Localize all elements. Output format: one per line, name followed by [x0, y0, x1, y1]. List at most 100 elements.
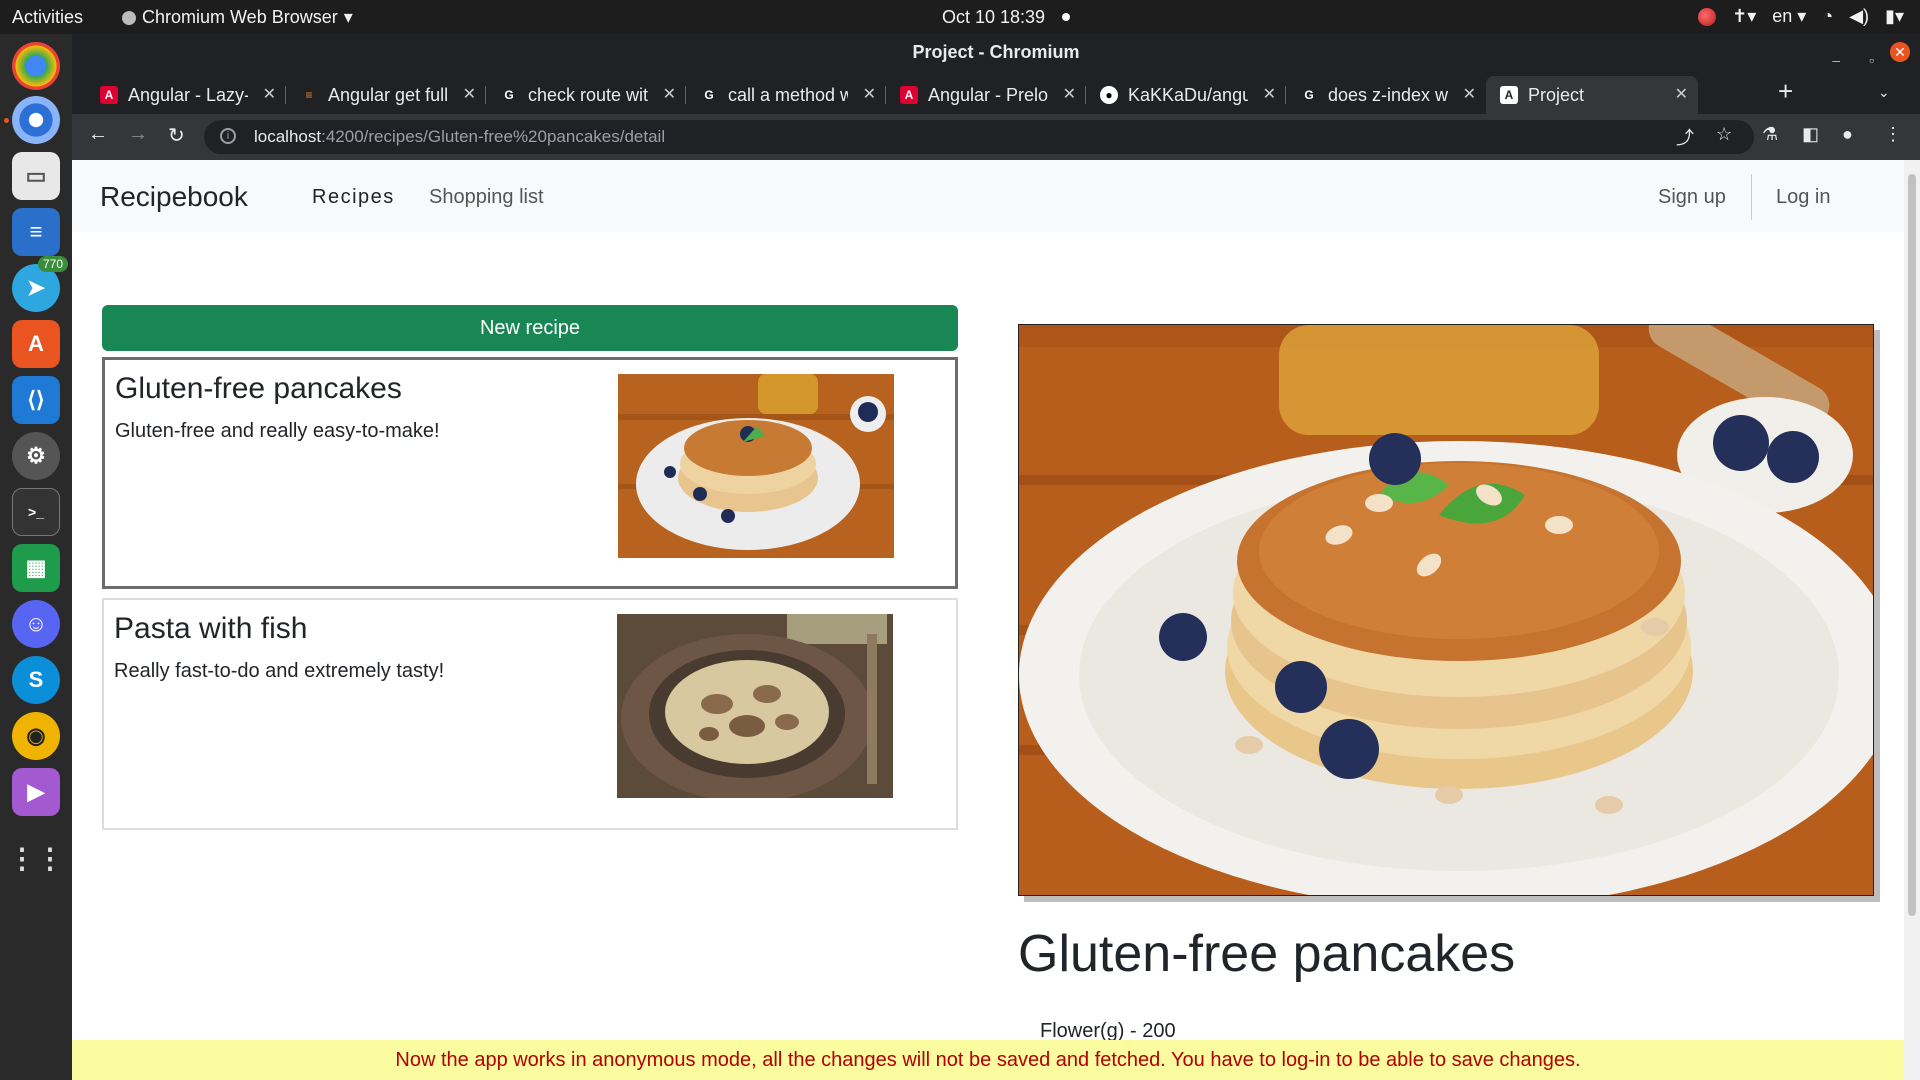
chrome-icon[interactable] — [12, 42, 60, 90]
tab-0[interactable]: A Angular - Lazy-loading ✕ — [86, 76, 286, 114]
close-icon[interactable]: ✕ — [1890, 42, 1910, 62]
new-tab-icon[interactable]: + — [1778, 76, 1793, 107]
vscode-icon[interactable]: ⟨⟩ — [12, 376, 60, 424]
recipe-thumbnail-pasta — [617, 614, 893, 798]
recipe-thumbnail-pancakes — [618, 374, 894, 558]
discord-icon[interactable]: ☺ — [12, 600, 60, 648]
wifi-icon[interactable]: ◔ — [1822, 6, 1833, 27]
close-tab-icon[interactable]: ✕ — [663, 84, 676, 104]
recipe-card-title: Gluten-free pancakes — [115, 372, 402, 405]
url-host: localhost — [254, 127, 322, 146]
tab-title: Angular - Lazy-loading — [128, 84, 248, 105]
window-title: Project - Chromium — [912, 42, 1080, 62]
notification-dot — [1062, 13, 1070, 21]
stackoverflow-icon: ≡ — [305, 88, 313, 102]
menu-kebab-icon[interactable]: ⋮ — [1884, 124, 1902, 145]
recipe-card[interactable]: Pasta with fish Really fast-to-do and ex… — [102, 598, 958, 830]
side-panel-icon[interactable]: ◧ — [1802, 124, 1819, 145]
recipe-card-title: Pasta with fish — [114, 612, 308, 645]
settings-icon[interactable]: ⚙ — [12, 432, 60, 480]
telegram-icon[interactable]: ➤ 770 — [12, 256, 68, 312]
clock[interactable]: Oct 10 18:39 — [942, 7, 1045, 28]
app-navbar: Recipebook Recipes Shopping list Sign up… — [72, 160, 1904, 232]
app-menu[interactable]: Chromium Web Browser ▾ — [122, 7, 353, 28]
system-tray[interactable]: ✝▾ en ▾ ◔ ◀) ▮▾ — [1698, 6, 1904, 27]
dock: ▭ ≡ ➤ 770 A ⟨⟩ ⚙ >_ ▦ ☺ S ◉ ▶ ⋮⋮ — [0, 34, 72, 1080]
system-top-bar: Activities Chromium Web Browser ▾ Oct 10… — [0, 0, 1920, 34]
nav-shopping-list[interactable]: Shopping list — [429, 186, 544, 209]
app-menu-label: Chromium Web Browser — [142, 7, 338, 27]
forward-icon[interactable]: → — [128, 123, 148, 146]
tab-2[interactable]: G check route with ✕ — [486, 76, 686, 114]
tab-title: Angular - Preloading — [928, 84, 1048, 105]
language-label: en — [1772, 6, 1793, 26]
profile-avatar-icon[interactable]: ● — [1842, 124, 1853, 145]
close-tab-icon[interactable]: ✕ — [1463, 84, 1476, 104]
recipe-card-description: Gluten-free and really easy-to-make! — [115, 420, 440, 442]
files-icon[interactable]: ▭ — [12, 152, 60, 200]
scrollbar-thumb[interactable] — [1908, 174, 1916, 916]
close-tab-icon[interactable]: ✕ — [863, 84, 876, 104]
google-icon: G — [704, 88, 714, 102]
chromium-icon — [122, 10, 136, 25]
terminal-icon[interactable]: >_ — [12, 488, 60, 536]
tab-4[interactable]: A Angular - Preloading ✕ — [886, 76, 1086, 114]
calc-icon[interactable]: ▦ — [12, 544, 60, 592]
page-scrollbar[interactable] — [1904, 160, 1920, 1080]
page-viewport: Recipebook Recipes Shopping list Sign up… — [72, 160, 1920, 1080]
skype-icon[interactable]: S — [12, 656, 60, 704]
writer-icon[interactable]: ≡ — [12, 208, 60, 256]
anonymous-mode-banner: Now the app works in anonymous mode, all… — [72, 1040, 1904, 1080]
video-player-icon[interactable]: ▶ — [12, 768, 60, 816]
show-apps-icon[interactable]: ⋮⋮ — [8, 834, 64, 882]
bookmark-star-icon[interactable]: ☆ — [1716, 124, 1732, 145]
close-tab-icon[interactable]: ✕ — [263, 84, 276, 104]
google-icon: G — [1304, 88, 1314, 102]
tab-strip: A Angular - Lazy-loading ✕ ≡ Angular get… — [72, 70, 1920, 114]
tab-title: does z-index work — [1328, 84, 1448, 105]
chromium-icon[interactable] — [12, 96, 60, 144]
rhythmbox-icon[interactable]: ◉ — [12, 712, 60, 760]
chevron-down-icon: ▾ — [343, 7, 353, 27]
accessibility-icon[interactable]: ✝▾ — [1732, 6, 1756, 27]
app-indicator-icon[interactable] — [1698, 7, 1717, 26]
browser-toolbar: ← → ↻ i localhost:4200/recipes/Gluten-fr… — [72, 114, 1920, 160]
tab-6[interactable]: G does z-index work ✕ — [1286, 76, 1486, 114]
back-icon[interactable]: ← — [88, 123, 108, 146]
signup-link[interactable]: Sign up — [1658, 186, 1726, 209]
angular-icon: A — [100, 86, 118, 104]
tab-title: Angular get full url — [328, 84, 448, 105]
login-link[interactable]: Log in — [1776, 186, 1831, 209]
browser-window: Project - Chromium – ▫ ✕ A Angular - Laz… — [72, 34, 1920, 1080]
software-center-icon[interactable]: A — [12, 320, 60, 368]
volume-icon[interactable]: ◀) — [1849, 6, 1869, 27]
address-bar[interactable]: i localhost:4200/recipes/Gluten-free%20p… — [204, 120, 1754, 154]
close-tab-icon[interactable]: ✕ — [463, 84, 476, 104]
brand-logo[interactable]: Recipebook — [100, 181, 248, 213]
google-icon: G — [504, 88, 514, 102]
battery-icon[interactable]: ▮▾ — [1885, 6, 1904, 27]
activities-button[interactable]: Activities — [12, 7, 83, 28]
tab-title: Project — [1528, 84, 1585, 105]
tab-search-icon[interactable]: ⌄ — [1878, 84, 1890, 101]
share-icon[interactable]: ⤴ — [1676, 124, 1694, 150]
tab-5[interactable]: ● KaKKaDu/angular ✕ — [1086, 76, 1286, 114]
nav-recipes[interactable]: Recipes — [312, 186, 395, 209]
tab-1[interactable]: ≡ Angular get full url ✕ — [286, 76, 486, 114]
window-titlebar: Project - Chromium – ▫ ✕ — [72, 34, 1920, 70]
language-indicator[interactable]: en ▾ — [1772, 6, 1806, 27]
tab-7-active[interactable]: A Project ✕ — [1486, 76, 1698, 114]
close-tab-icon[interactable]: ✕ — [1063, 84, 1076, 104]
extensions-icon[interactable]: ⚗ — [1762, 124, 1778, 145]
close-tab-icon[interactable]: ✕ — [1263, 84, 1276, 104]
site-info-icon[interactable]: i — [220, 128, 236, 144]
angular-icon: A — [900, 86, 918, 104]
tab-3[interactable]: G call a method with ✕ — [686, 76, 886, 114]
tab-title: KaKKaDu/angular — [1128, 84, 1248, 105]
recipe-card[interactable]: Gluten-free pancakes Gluten-free and rea… — [102, 357, 958, 589]
reload-icon[interactable]: ↻ — [168, 123, 185, 148]
telegram-badge: 770 — [37, 256, 68, 272]
close-tab-icon[interactable]: ✕ — [1675, 84, 1688, 104]
new-recipe-button[interactable]: New recipe — [102, 305, 958, 351]
tab-title: check route with — [528, 84, 648, 105]
